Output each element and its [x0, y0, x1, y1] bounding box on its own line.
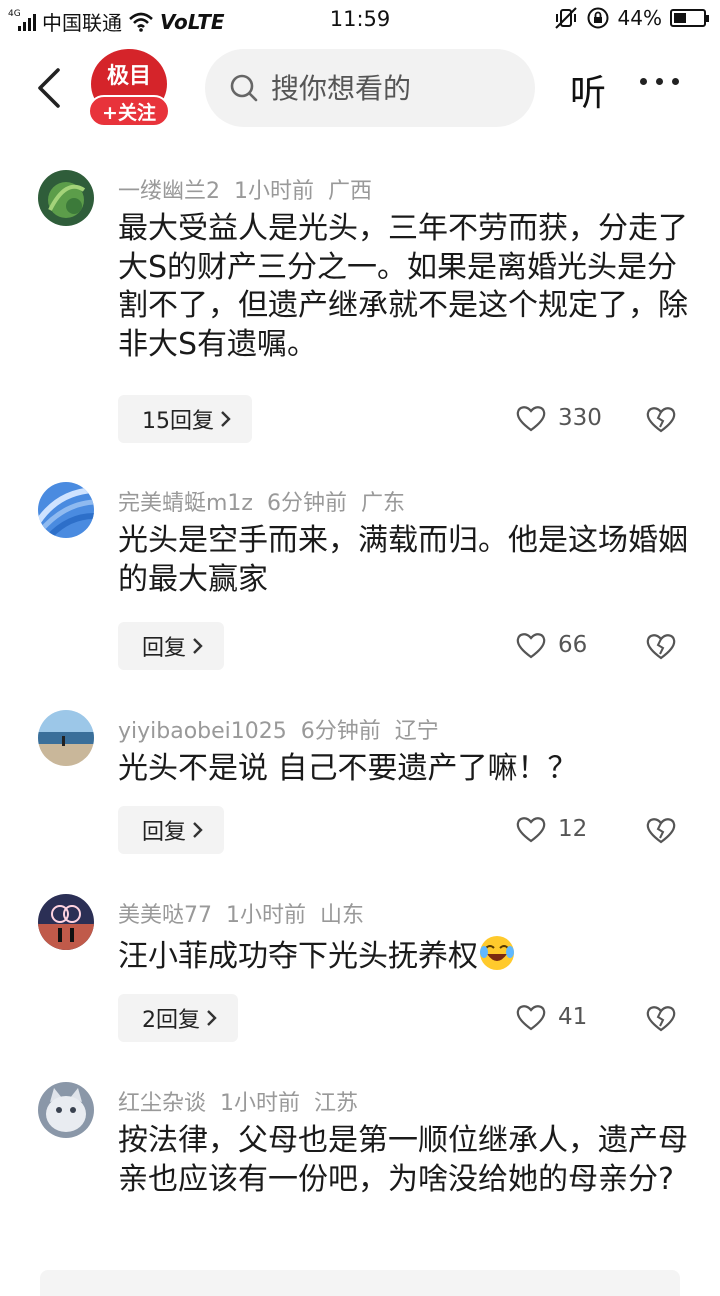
comment-location: 辽宁 — [394, 719, 439, 744]
reply-count-button[interactable]: 15回复 — [118, 395, 252, 443]
comment-username[interactable]: 红尘杂谈 — [118, 1091, 206, 1116]
chevron-right-icon — [193, 822, 203, 838]
more-options-icon[interactable] — [640, 78, 679, 85]
broken-heart-icon[interactable] — [646, 404, 676, 434]
user-avatar[interactable] — [38, 1082, 94, 1138]
like-count: 66 — [558, 632, 588, 658]
battery-icon — [670, 9, 709, 27]
comment-meta: 完美蜻蜓m1z 6分钟前 广东 — [118, 485, 419, 517]
comment-time: 6分钟前 — [300, 719, 381, 744]
status-right: 44% — [554, 6, 709, 30]
couple-sunset-avatar-icon — [38, 894, 94, 950]
like-count: 330 — [558, 405, 602, 431]
comment-username[interactable]: 一缕幽兰2 — [118, 179, 220, 204]
search-bar[interactable] — [205, 49, 535, 127]
comment-text: 汪小菲成功夺下光头抚养权 — [118, 934, 688, 977]
comment-text-content: 汪小菲成功夺下光头抚养权 — [118, 939, 478, 974]
chevron-right-icon — [221, 411, 231, 427]
comment-time: 6分钟前 — [266, 491, 347, 516]
comment-text: 光头是空手而来，满载而归。他是这场婚姻的最大赢家 — [118, 523, 688, 597]
search-icon — [230, 74, 258, 102]
comment-location: 广东 — [360, 491, 405, 516]
comment-meta: yiyibaobei1025 6分钟前 辽宁 — [118, 713, 453, 745]
battery-level — [674, 13, 686, 23]
publisher-logo[interactable]: 极目 +关注 — [88, 49, 170, 127]
chevron-right-icon — [193, 638, 203, 654]
comment-location: 江苏 — [314, 1091, 359, 1116]
heart-icon — [516, 633, 546, 659]
vibrate-icon — [554, 7, 577, 29]
heart-icon — [516, 406, 546, 432]
comment-username[interactable]: yiyibaobei1025 — [118, 719, 287, 744]
user-avatar[interactable] — [38, 482, 94, 538]
follow-button[interactable]: +关注 — [88, 95, 170, 127]
back-arrow-icon[interactable] — [30, 66, 70, 110]
reply-count-button[interactable]: 2回复 — [118, 994, 238, 1042]
comment-meta: 一缕幽兰2 1小时前 广西 — [118, 173, 386, 205]
reply-count-button[interactable]: 回复 — [118, 806, 225, 854]
broken-heart-icon[interactable] — [646, 631, 676, 661]
comment-text: 最大受益人是光头，三年不劳而获，分走了大S的财产三分之一。如果是离婚光头是分割不… — [118, 211, 688, 362]
comment-time: 1小时前 — [220, 1091, 301, 1116]
like-count: 41 — [558, 1004, 588, 1030]
rotation-lock-icon — [587, 7, 609, 29]
comment-time: 1小时前 — [226, 903, 306, 928]
comment-time: 1小时前 — [234, 179, 314, 204]
comment-text: 按法律，父母也是第一顺位继承人，遗产母亲也应该有一份吧，为啥没给她的母亲分? — [118, 1123, 688, 1197]
reply-label: 15回复 — [142, 409, 214, 434]
comment-meta: 红尘杂谈 1小时前 江苏 — [118, 1085, 372, 1117]
battery-percent: 44% — [617, 6, 662, 30]
beach-avatar-icon — [38, 710, 94, 766]
laughing-crying-emoji-icon — [480, 936, 514, 970]
reply-label: 回复 — [142, 820, 187, 845]
status-bar: 4G 中国联通 VoLTE 11:59 44% — [0, 0, 720, 38]
comment-username[interactable]: 完美蜻蜓m1z — [118, 491, 253, 516]
leaf-avatar-icon — [38, 170, 94, 226]
user-avatar[interactable] — [38, 894, 94, 950]
reply-label: 2回复 — [142, 1008, 200, 1033]
comment-text: 光头不是说 自己不要遗产了嘛！？ — [118, 751, 578, 786]
like-button[interactable]: 66 — [516, 631, 587, 659]
heart-icon — [516, 1005, 546, 1031]
chevron-right-icon — [207, 1010, 217, 1026]
like-button[interactable]: 41 — [516, 1003, 587, 1031]
cat-avatar-icon — [38, 1082, 94, 1138]
broken-heart-icon[interactable] — [646, 1003, 676, 1033]
comment-location: 山东 — [320, 903, 365, 928]
user-avatar[interactable] — [38, 170, 94, 226]
top-nav-bar: 极目 +关注 听 — [0, 38, 720, 138]
broken-heart-icon[interactable] — [646, 815, 676, 845]
listen-button[interactable]: 听 — [570, 64, 606, 116]
heart-icon — [516, 817, 546, 843]
reply-count-button[interactable]: 回复 — [118, 622, 225, 670]
user-avatar[interactable] — [38, 710, 94, 766]
like-button[interactable]: 12 — [516, 815, 587, 843]
search-input[interactable] — [271, 71, 511, 105]
next-comment-preview — [40, 1270, 680, 1296]
blue-swirl-avatar-icon — [38, 482, 94, 538]
like-button[interactable]: 330 — [516, 404, 602, 432]
comment-location: 广西 — [328, 179, 373, 204]
comment-username[interactable]: 美美哒77 — [118, 903, 212, 928]
reply-label: 回复 — [142, 636, 187, 661]
comment-meta: 美美哒77 1小时前 山东 — [118, 897, 378, 929]
like-count: 12 — [558, 816, 588, 842]
